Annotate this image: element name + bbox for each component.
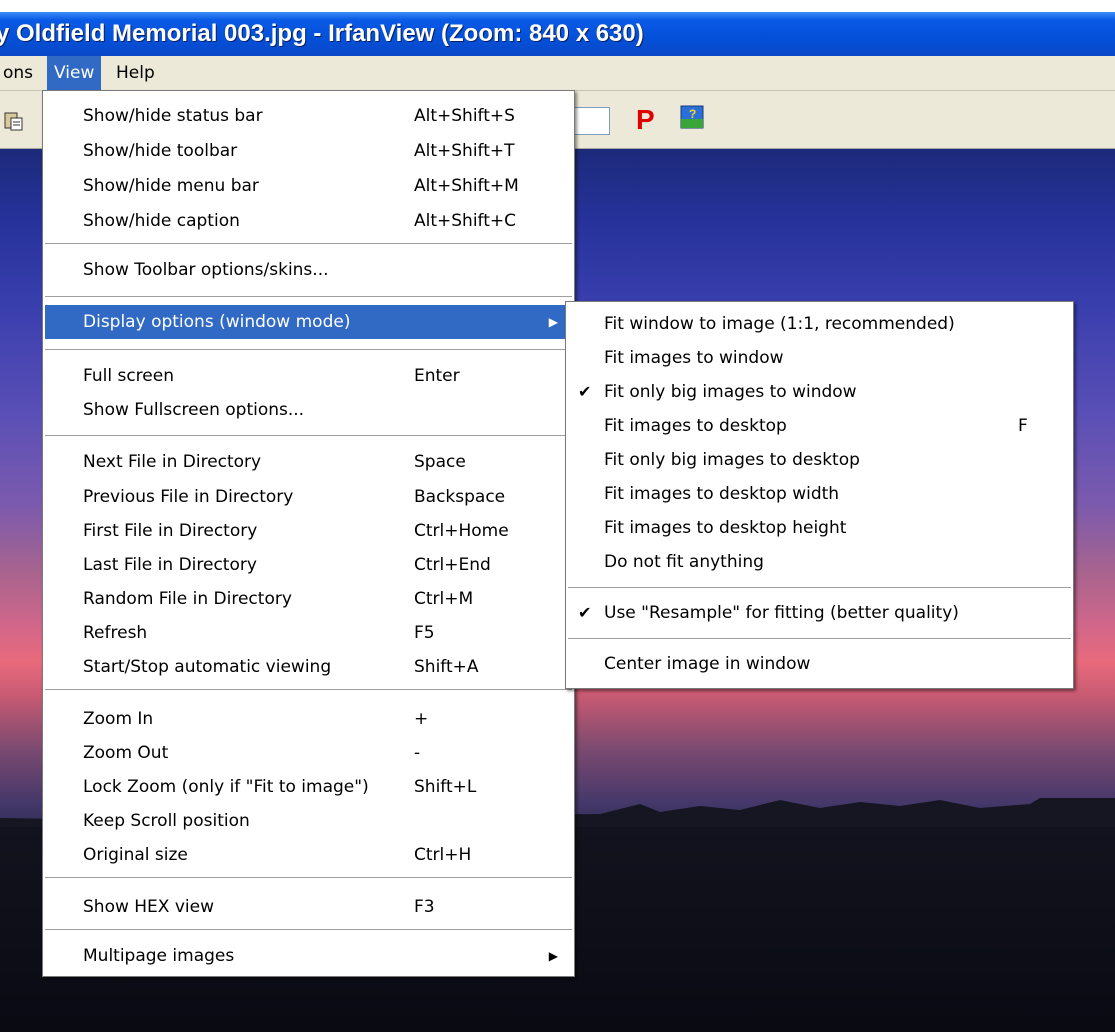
menu-separator [45, 689, 572, 690]
menu-item-fullscreen-options[interactable]: Show Fullscreen options... [45, 393, 572, 427]
screen-top-edge [0, 0, 1115, 12]
submenu-item-fit-only-big-images-to-window[interactable]: ✔ Fit only big images to window [568, 375, 1071, 409]
menu-item-last-file[interactable]: Last File in Directory Ctrl+End [45, 548, 572, 582]
menu-options[interactable]: ons [0, 56, 40, 90]
menu-bar: ons View Help [0, 56, 1115, 91]
menu-item-show-hide-toolbar[interactable]: Show/hide toolbar Alt+Shift+T [45, 134, 572, 168]
menu-item-keep-scroll-position[interactable]: Keep Scroll position [45, 804, 572, 838]
menu-item-toolbar-options-skins[interactable]: Show Toolbar options/skins... [45, 253, 572, 287]
image-info-icon[interactable]: ? [680, 105, 704, 129]
submenu-item-fit-images-to-desktop[interactable]: Fit images to desktop F [568, 409, 1071, 443]
menu-separator [45, 296, 572, 297]
menu-item-zoom-in[interactable]: Zoom In + [45, 702, 572, 736]
menu-item-multipage-images[interactable]: Multipage images ▶ [45, 939, 572, 973]
menu-separator [568, 638, 1071, 639]
submenu-item-fit-images-to-desktop-height[interactable]: Fit images to desktop height [568, 511, 1071, 545]
window-title: y Oldfield Memorial 003.jpg - IrfanView … [0, 20, 644, 47]
submenu-item-do-not-fit-anything[interactable]: Do not fit anything [568, 545, 1071, 579]
menu-separator [45, 877, 572, 878]
menu-separator [45, 243, 572, 244]
window-titlebar[interactable]: y Oldfield Memorial 003.jpg - IrfanView … [0, 12, 1115, 56]
menu-item-display-options[interactable]: Display options (window mode) ▶ [45, 305, 572, 339]
display-options-submenu: Fit window to image (1:1, recommended) F… [565, 301, 1074, 689]
checkmark-icon: ✔ [578, 382, 592, 401]
submenu-item-fit-images-to-window[interactable]: Fit images to window [568, 341, 1071, 375]
submenu-item-fit-only-big-images-to-desktop[interactable]: Fit only big images to desktop [568, 443, 1071, 477]
menu-view[interactable]: View [47, 56, 102, 90]
menu-help[interactable]: Help [109, 56, 162, 90]
paste-icon[interactable] [4, 111, 24, 131]
submenu-item-center-image-in-window[interactable]: Center image in window [568, 647, 1071, 681]
view-menu: Show/hide status bar Alt+Shift+S Show/hid… [42, 90, 575, 977]
menu-item-next-file[interactable]: Next File in Directory Space [45, 445, 572, 479]
checkmark-icon: ✔ [578, 603, 592, 622]
menu-item-automatic-viewing[interactable]: Start/Stop automatic viewing Shift+A [45, 650, 572, 684]
menu-item-original-size[interactable]: Original size Ctrl+H [45, 838, 572, 872]
menu-item-random-file[interactable]: Random File in Directory Ctrl+M [45, 582, 572, 616]
menu-separator [45, 929, 572, 930]
menu-item-show-hex-view[interactable]: Show HEX view F3 [45, 890, 572, 924]
menu-separator [568, 587, 1071, 588]
submenu-item-fit-images-to-desktop-width[interactable]: Fit images to desktop width [568, 477, 1071, 511]
menu-item-full-screen[interactable]: Full screen Enter [45, 359, 572, 393]
submenu-arrow-icon: ▶ [548, 315, 558, 329]
menu-item-show-hide-caption[interactable]: Show/hide caption Alt+Shift+C [45, 204, 572, 238]
menu-item-lock-zoom[interactable]: Lock Zoom (only if "Fit to image") Shift+… [45, 770, 572, 804]
menu-item-zoom-out[interactable]: Zoom Out - [45, 736, 572, 770]
menu-item-show-hide-menu-bar[interactable]: Show/hide menu bar Alt+Shift+M [45, 169, 572, 203]
menu-item-show-hide-status-bar[interactable]: Show/hide status bar Alt+Shift+S [45, 99, 572, 133]
menu-item-refresh[interactable]: Refresh F5 [45, 616, 572, 650]
print-icon[interactable]: P [636, 104, 655, 136]
menu-separator [45, 435, 572, 436]
svg-text:?: ? [689, 107, 696, 121]
submenu-arrow-icon: ▶ [548, 949, 558, 963]
submenu-item-use-resample[interactable]: ✔ Use "Resample" for fitting (better qua… [568, 596, 1071, 630]
menu-item-first-file[interactable]: First File in Directory Ctrl+Home [45, 514, 572, 548]
menu-item-previous-file[interactable]: Previous File in Directory Backspace [45, 480, 572, 514]
menu-separator [45, 349, 572, 350]
submenu-item-fit-window-to-image[interactable]: Fit window to image (1:1, recommended) [568, 307, 1071, 341]
